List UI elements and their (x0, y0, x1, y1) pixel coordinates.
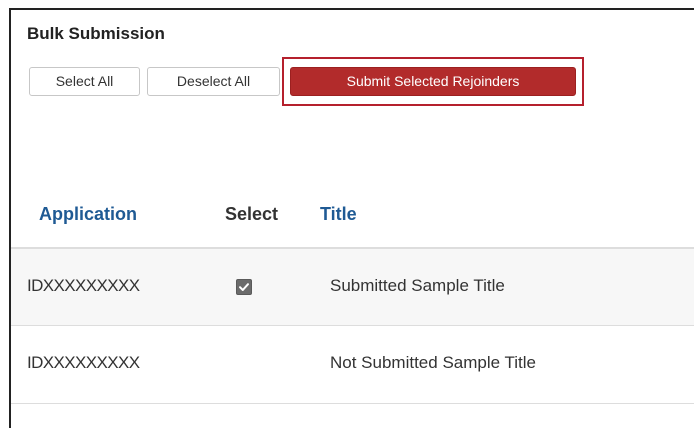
column-header-application[interactable]: Application (39, 204, 137, 225)
title-cell: Not Submitted Sample Title (330, 353, 536, 372)
column-header-select: Select (225, 204, 279, 224)
section-title: Bulk Submission (27, 24, 165, 43)
table-row: IDXXXXXXXXX Not Submitted Sample Title (11, 326, 694, 404)
application-id-cell: IDXXXXXXXXX (27, 353, 140, 372)
select-all-button[interactable]: Select All (29, 67, 140, 96)
column-header-title[interactable]: Title (320, 204, 357, 225)
submit-selected-rejoinders-button[interactable]: Submit Selected Rejoinders (290, 67, 576, 96)
application-id-cell: IDXXXXXXXXX (27, 276, 140, 295)
table-row: IDXXXXXXXXX Submitted Sample Title (11, 249, 694, 326)
rejoinders-table: Application Select Title IDXXXXXXXXX Sub… (11, 185, 694, 404)
deselect-all-button[interactable]: Deselect All (147, 67, 280, 96)
title-cell: Submitted Sample Title (330, 276, 505, 295)
select-checkbox[interactable] (236, 279, 252, 295)
table-header: Application Select Title (11, 185, 694, 249)
checkmark-icon (239, 283, 249, 291)
